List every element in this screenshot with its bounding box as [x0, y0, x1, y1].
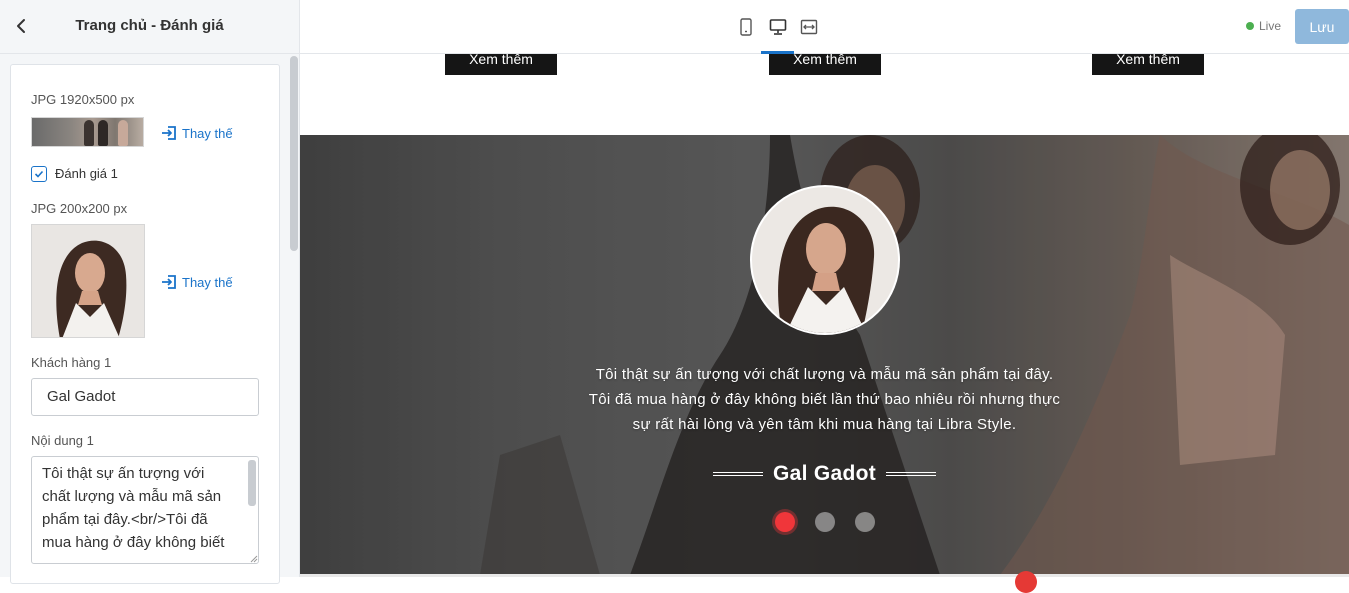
background-image-label: JPG 1920x500 px [31, 92, 135, 107]
desktop-view-button[interactable] [765, 14, 791, 40]
testimonial-quote-line: Tôi thật sự ấn tượng với chất lượng và m… [595, 366, 1054, 383]
desktop-icon [769, 19, 787, 35]
replace-background-link[interactable]: Thay thế [161, 125, 233, 141]
slider-dots [300, 512, 1349, 532]
reviewer-avatar [750, 185, 900, 335]
avatar-image-label: JPG 200x200 px [31, 201, 128, 216]
author-divider [886, 472, 937, 476]
replace-label: Thay thế [182, 274, 233, 290]
testimonial-quote-line: sự rất hài lòng và yên tâm khi mua hàng … [632, 416, 1017, 433]
content-label: Nội dung 1 [31, 433, 94, 448]
chat-badge-icon[interactable] [1015, 571, 1037, 593]
save-button[interactable]: Lưu [1295, 9, 1349, 44]
editor-topbar: Live Lưu [300, 0, 1349, 54]
replace-icon [162, 275, 176, 289]
review-1-checkbox[interactable] [31, 166, 47, 182]
view-more-button[interactable]: Xem thêm [445, 54, 557, 75]
author-name: Gal Gadot [772, 462, 877, 485]
fullwidth-icon [800, 19, 818, 35]
textarea-scrollbar[interactable] [247, 458, 257, 562]
mobile-icon [740, 18, 752, 36]
view-more-button[interactable]: Xem thêm [769, 54, 881, 75]
testimonial-quote-line: Tôi đã mua hàng ở đây không biết lần thứ… [588, 391, 1061, 408]
view-more-button[interactable]: Xem thêm [1092, 54, 1204, 75]
live-label: Live [1259, 19, 1282, 33]
sidebar-scrollbar[interactable] [289, 54, 299, 577]
replace-avatar-link[interactable]: Thay thế [161, 274, 233, 290]
settings-sidebar: Trang chủ - Đánh giá JPG 1920x500 px Tha… [0, 0, 300, 584]
testimonial-section: Tôi thật sự ấn tượng với chất lượng và m… [300, 135, 1349, 575]
live-dot-icon [1246, 22, 1254, 30]
replace-label: Thay thế [182, 125, 233, 141]
avatar-image-thumbnail[interactable] [31, 224, 145, 338]
sidebar-title: Trang chủ - Đánh giá [75, 17, 224, 34]
customer-label: Khách hàng 1 [31, 355, 112, 370]
review-1-label: Đánh giá 1 [55, 166, 118, 181]
replace-icon [162, 126, 176, 140]
check-icon [34, 170, 44, 178]
author-divider [712, 472, 763, 476]
slider-dot-1[interactable] [774, 512, 795, 532]
sidebar-header: Trang chủ - Đánh giá [0, 0, 299, 54]
page-preview: Xem thêm Xem thêm Xem thêm Tôi thật sự ấ… [300, 54, 1349, 577]
portrait-illustration [32, 225, 144, 337]
slider-dot-2[interactable] [814, 512, 835, 532]
review-content-textarea[interactable]: Tôi thật sự ấn tượng với chất lượng và m… [31, 456, 259, 564]
slider-dot-3[interactable] [854, 512, 875, 532]
mobile-view-button[interactable] [733, 14, 759, 40]
active-device-indicator [761, 51, 794, 54]
customer-name-input[interactable]: Gal Gadot [31, 378, 259, 416]
fullwidth-view-button[interactable] [796, 14, 822, 40]
resize-handle-icon[interactable] [249, 554, 258, 563]
portrait-illustration [752, 187, 898, 333]
live-status[interactable]: Live [1246, 19, 1281, 33]
author-row: Gal Gadot [300, 462, 1349, 486]
background-image-thumbnail[interactable] [31, 117, 144, 147]
